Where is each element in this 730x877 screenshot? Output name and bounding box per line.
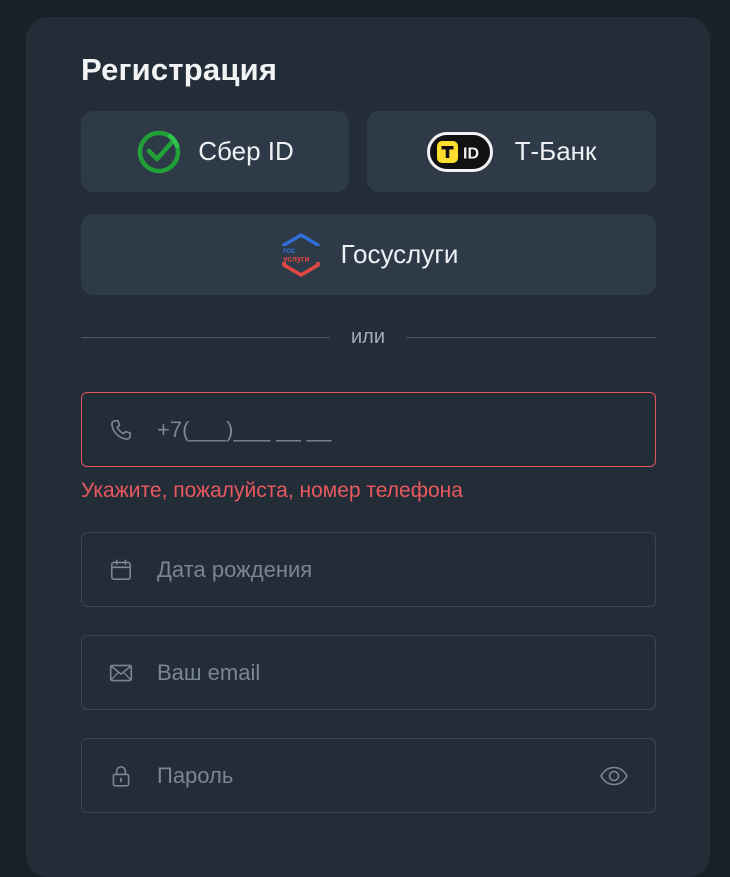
tbank-badge-text: ID (463, 145, 479, 162)
gosuslugi-label: Госуслуги (340, 239, 459, 269)
phone-error-message: Укажите, пожалуйста, номер телефона (81, 479, 463, 502)
divider-or-text: или (350, 326, 385, 348)
birthdate-field[interactable] (81, 532, 656, 607)
sber-id-label: Сбер ID (198, 136, 294, 166)
sber-logo-icon (136, 129, 182, 175)
calendar-icon (108, 557, 134, 583)
gosuslugi-logo-icon: гос услуги (279, 232, 323, 278)
tbank-label: Т-Банк (514, 136, 597, 166)
gosuslugi-button[interactable]: гос услуги Госуслуги (81, 214, 656, 295)
password-field[interactable] (81, 738, 656, 813)
mail-icon (108, 660, 134, 686)
tbank-button[interactable]: ID Т-Банк (367, 111, 656, 192)
email-field[interactable] (81, 635, 656, 710)
birthdate-input[interactable] (157, 533, 585, 606)
tbank-id-logo-icon: ID (426, 131, 493, 172)
page-title: Регистрация (81, 52, 278, 87)
eye-icon[interactable] (599, 765, 629, 787)
phone-icon (108, 417, 134, 443)
gos-logo-bottom-text: услуги (283, 254, 309, 263)
divider-line-right (406, 337, 656, 338)
sber-id-button[interactable]: Сбер ID (81, 111, 349, 192)
lock-icon (108, 763, 134, 789)
email-input[interactable] (157, 636, 585, 709)
password-input[interactable] (157, 739, 585, 812)
phone-input[interactable] (157, 393, 585, 466)
phone-field[interactable] (81, 392, 656, 467)
divider-line-left (81, 337, 330, 338)
